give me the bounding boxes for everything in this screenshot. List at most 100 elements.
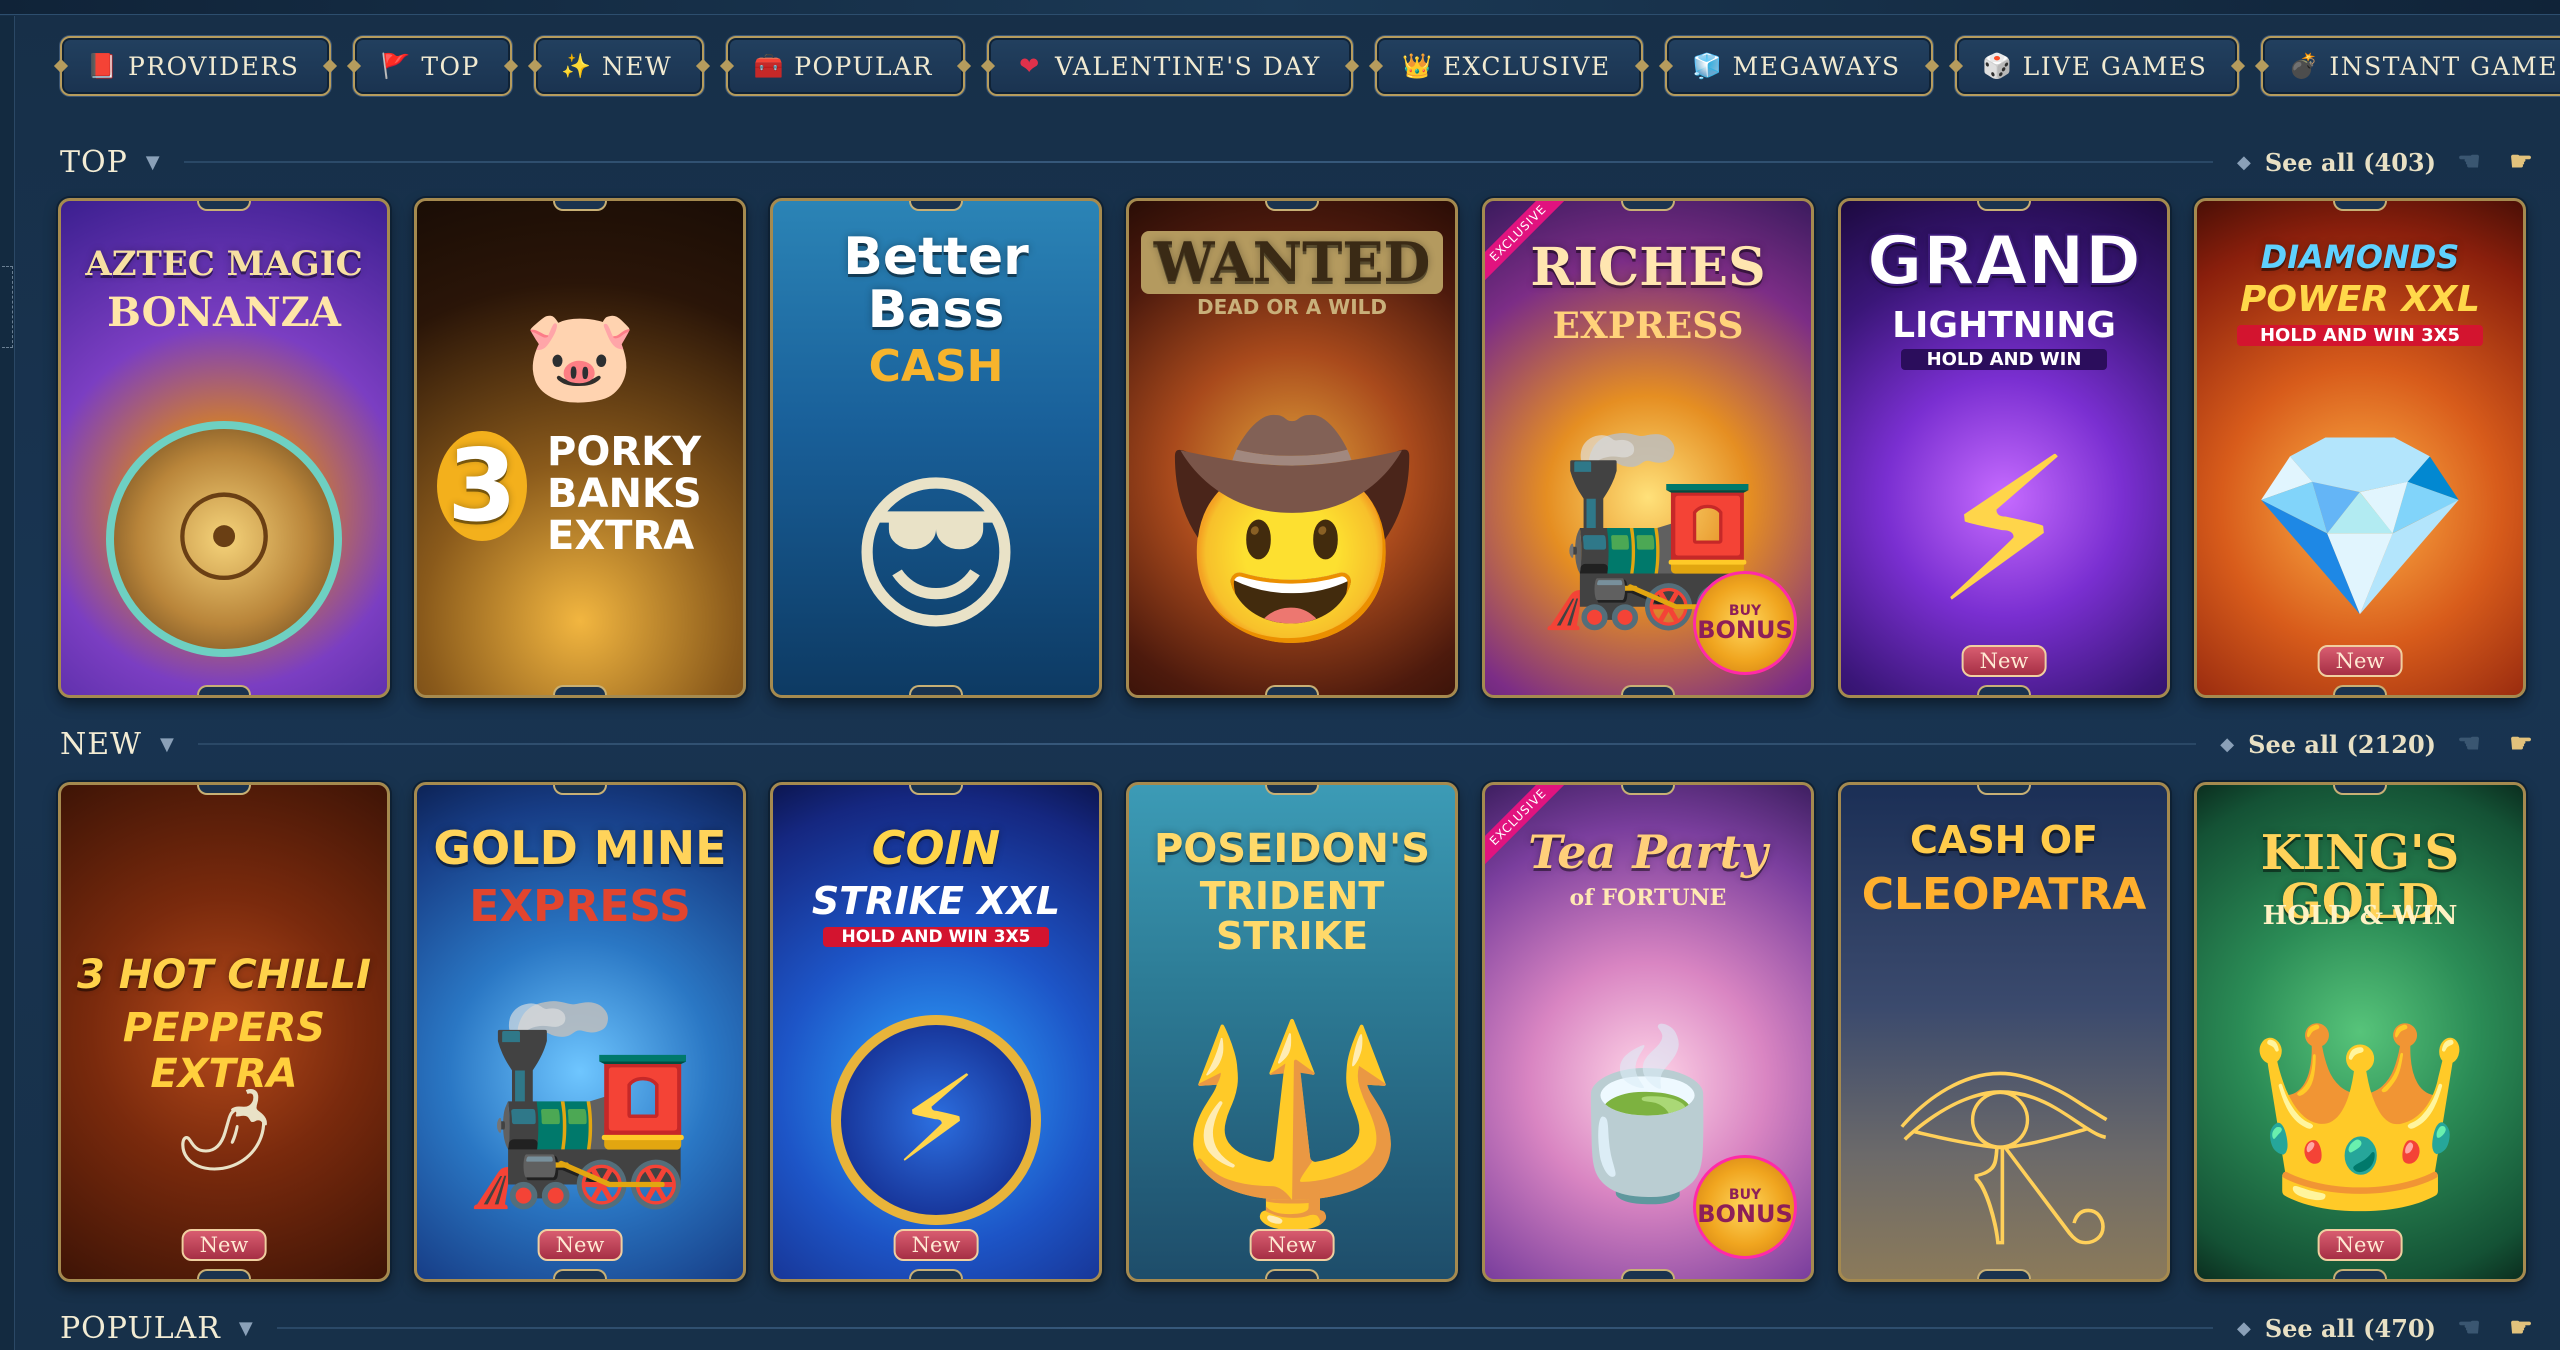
game-title: GOLD MINE bbox=[433, 821, 727, 875]
left-rail bbox=[0, 16, 15, 1350]
see-all-link[interactable]: See all (403) bbox=[2265, 148, 2436, 177]
aztec-medallion-icon: ☉ bbox=[106, 421, 342, 657]
chevron-down-icon[interactable]: ▼ bbox=[239, 1318, 253, 1339]
new-games-row: 3 HOT CHILLI PEPPERS EXTRA 🌶 New GOLD MI… bbox=[58, 782, 2536, 1288]
game-title: CASH OF bbox=[1910, 818, 2098, 862]
arrow-right-icon[interactable]: ☛ bbox=[2502, 1309, 2540, 1347]
game-card-aztec-magic-bonanza[interactable]: AZTEC MAGIC BONANZA ☉ bbox=[58, 198, 390, 698]
sparkle-icon: ✨ bbox=[561, 52, 593, 80]
game-subtitle: STRIKE XXL bbox=[811, 879, 1061, 923]
category-label: TOP bbox=[421, 51, 480, 81]
category-valentines-button[interactable]: ❤ VALENTINE'S DAY bbox=[986, 36, 1353, 96]
game-card-cash-of-cleopatra[interactable]: CASH OF CLEOPATRA 𓂀 bbox=[1838, 782, 2170, 1282]
new-badge: New bbox=[1961, 645, 2047, 677]
game-card-coin-strike-xxl[interactable]: COIN STRIKE XXL HOLD AND WIN 3X5 ⚡ New bbox=[770, 782, 1102, 1282]
game-title: 3 HOT CHILLI bbox=[76, 952, 372, 998]
see-all-popular: ◆ See all (470) ☚ ☛ bbox=[2237, 1309, 2540, 1347]
section-header-top: TOP ▼ ◆ See all (403) ☚ ☛ bbox=[60, 140, 2540, 184]
game-subtitle: PEPPERS EXTRA bbox=[122, 1005, 326, 1097]
arrow-right-icon[interactable]: ☛ bbox=[2502, 143, 2540, 181]
game-subtitle: CLEOPATRA bbox=[1861, 869, 2147, 920]
game-title: WANTED bbox=[1141, 231, 1443, 295]
game-card-wanted-dead-or-a-wild[interactable]: WANTED DEAD OR A WILD 🤠 bbox=[1126, 198, 1458, 698]
chest-icon: 🧰 bbox=[753, 52, 785, 80]
new-badge: New bbox=[537, 1229, 623, 1261]
see-all-link[interactable]: See all (2120) bbox=[2248, 730, 2436, 759]
heart-icon: ❤ bbox=[1019, 52, 1041, 80]
diamond-icon: ◆ bbox=[2236, 1317, 2251, 1339]
category-label: NEW bbox=[601, 51, 673, 81]
game-card-diamonds-power-xxl[interactable]: DIAMONDS POWER XXL HOLD AND WIN 3X5 💎 Ne… bbox=[2194, 198, 2526, 698]
new-badge: New bbox=[2317, 1229, 2403, 1261]
game-title: RICHES bbox=[1530, 237, 1766, 298]
arrow-left-icon[interactable]: ☚ bbox=[2450, 725, 2488, 763]
game-subtitle: of FORTUNE bbox=[1569, 885, 1727, 911]
divider bbox=[183, 161, 2213, 163]
category-label: LIVE GAMES bbox=[2022, 51, 2208, 81]
game-card-tea-party-of-fortune[interactable]: EXCLUSIVE Tea Party of FORTUNE 🍵 BUY BON… bbox=[1482, 782, 1814, 1282]
game-title: POSEIDON'S bbox=[1153, 826, 1431, 872]
game-title: GRAND bbox=[1866, 222, 2142, 301]
game-subtitle: DEAD OR A WILD bbox=[1197, 295, 1387, 319]
king-icon: 👑 bbox=[2247, 1010, 2473, 1220]
game-subtitle: TRIDENT STRIKE bbox=[1199, 874, 1385, 958]
lightning-coin-icon: ⚡ bbox=[831, 1015, 1041, 1225]
category-live-games-button[interactable]: 🎲 LIVE GAMES bbox=[1954, 36, 2240, 96]
arrow-left-icon[interactable]: ☚ bbox=[2450, 1309, 2488, 1347]
game-card-better-bass-cash[interactable]: Better Bass CASH 😎 bbox=[770, 198, 1102, 698]
lightning-icon: ⚡ bbox=[1933, 414, 2075, 648]
game-title: 3 bbox=[437, 431, 527, 541]
game-card-gold-mine-express[interactable]: GOLD MINE EXPRESS 🚂 New bbox=[414, 782, 746, 1282]
top-strip bbox=[0, 0, 2560, 15]
chevron-down-icon[interactable]: ▼ bbox=[146, 152, 160, 173]
pig-icon: 🐷 bbox=[523, 303, 637, 409]
rail-marker bbox=[2, 266, 13, 348]
bonus-label: BONUS bbox=[1697, 616, 1793, 644]
category-new-button[interactable]: ✨ NEW bbox=[533, 36, 705, 96]
section-header-popular: POPULAR ▼ ◆ See all (470) ☚ ☛ bbox=[60, 1306, 2540, 1350]
game-card-grand-lightning[interactable]: GRAND LIGHTNING HOLD AND WIN ⚡ New bbox=[1838, 198, 2170, 698]
game-card-riches-express[interactable]: EXCLUSIVE RICHES EXPRESS 🚂 BUY BONUS bbox=[1482, 198, 1814, 698]
arrow-right-icon[interactable]: ☛ bbox=[2502, 725, 2540, 763]
game-card-kings-gold[interactable]: KING'S GOLD HOLD & WIN 👑 New bbox=[2194, 782, 2526, 1282]
see-all-new: ◆ See all (2120) ☚ ☛ bbox=[2220, 725, 2540, 763]
category-nav: 📕 PROVIDERS 🚩 TOP ✨ NEW 🧰 POPULAR ❤ VALE… bbox=[60, 36, 2560, 96]
section-header-new: NEW ▼ ◆ See all (2120) ☚ ☛ bbox=[60, 722, 2540, 766]
category-megaways-button[interactable]: 🧊 MEGAWAYS bbox=[1664, 36, 1933, 96]
category-instant-games-button[interactable]: 💣 INSTANT GAMES bbox=[2261, 36, 2560, 96]
category-popular-button[interactable]: 🧰 POPULAR bbox=[726, 36, 965, 96]
diamond-icon: ◆ bbox=[2236, 151, 2251, 173]
dealer-icon: 🎲 bbox=[1981, 52, 2014, 80]
bonus-label: BONUS bbox=[1697, 1200, 1793, 1228]
flag-icon: 🚩 bbox=[380, 52, 413, 80]
game-title: Tea Party bbox=[1528, 825, 1768, 879]
game-card-poseidons-trident-strike[interactable]: POSEIDON'S TRIDENT STRIKE 🔱 New bbox=[1126, 782, 1458, 1282]
category-label: POPULAR bbox=[794, 51, 933, 81]
diamond-icon: ◆ bbox=[2220, 733, 2235, 755]
train-icon: 🚂 bbox=[461, 993, 699, 1215]
game-title: COIN bbox=[871, 821, 1001, 875]
game-subtitle: BONANZA bbox=[107, 289, 341, 336]
trident-icon: 🔱 bbox=[1173, 1013, 1411, 1235]
top-games-row: AZTEC MAGIC BONANZA ☉ 🐷 3 PORKY BANKS EX… bbox=[58, 198, 2536, 704]
category-exclusive-button[interactable]: 👑 EXCLUSIVE bbox=[1374, 36, 1643, 96]
chevron-down-icon[interactable]: ▼ bbox=[160, 734, 174, 755]
category-label: INSTANT GAMES bbox=[2329, 51, 2560, 81]
category-label: VALENTINE'S DAY bbox=[1054, 51, 1321, 81]
cleopatra-icon: 𓂀 bbox=[1891, 1038, 2117, 1248]
game-title: AZTEC MAGIC bbox=[85, 244, 363, 284]
new-badge: New bbox=[893, 1229, 979, 1261]
section-title: POPULAR bbox=[60, 1310, 221, 1346]
game-title: DIAMONDS bbox=[2260, 238, 2460, 276]
arrow-left-icon[interactable]: ☚ bbox=[2450, 143, 2488, 181]
game-card-3-hot-chilli-peppers-extra[interactable]: 3 HOT CHILLI PEPPERS EXTRA 🌶 New bbox=[58, 782, 390, 1282]
category-label: EXCLUSIVE bbox=[1442, 51, 1611, 81]
game-subtitle: LIGHTNING bbox=[1892, 305, 2116, 346]
category-top-button[interactable]: 🚩 TOP bbox=[353, 36, 512, 96]
game-card-porky-banks-extra[interactable]: 🐷 3 PORKY BANKS EXTRA bbox=[414, 198, 746, 698]
section-title: NEW bbox=[60, 726, 142, 762]
see-all-link[interactable]: See all (470) bbox=[2265, 1314, 2436, 1343]
cube-icon: 🧊 bbox=[1691, 52, 1724, 80]
crown-icon: 👑 bbox=[1402, 52, 1434, 80]
category-providers-button[interactable]: 📕 PROVIDERS bbox=[60, 36, 332, 96]
